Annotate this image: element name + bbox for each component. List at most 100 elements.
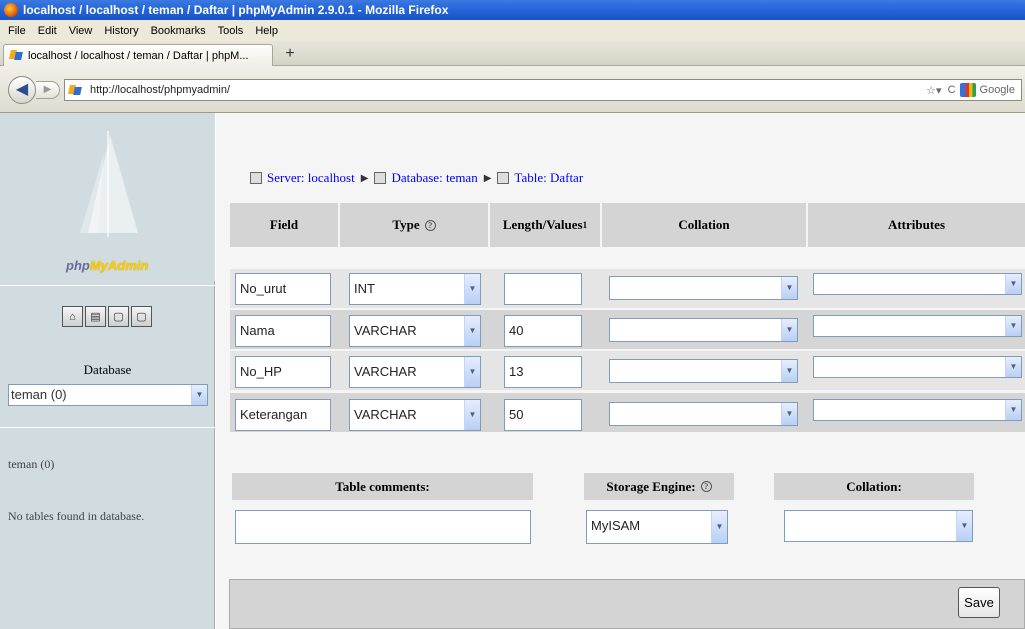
firefox-logo-icon xyxy=(4,3,18,17)
url-tools: ☆▾ C Google xyxy=(926,81,1015,99)
reload-icon[interactable]: C xyxy=(948,84,956,96)
chevron-down-icon: ▼ xyxy=(956,511,972,541)
breadcrumb-database[interactable]: Database: teman xyxy=(391,170,477,186)
length-input[interactable]: 50 xyxy=(504,399,582,431)
table-icon xyxy=(497,172,510,184)
chevron-down-icon: ▼ xyxy=(191,385,207,405)
divider xyxy=(0,427,215,428)
pma-favicon-icon xyxy=(10,50,23,61)
new-tab-button[interactable]: + xyxy=(279,44,301,64)
chevron-down-icon: ▼ xyxy=(781,319,797,341)
navigation-toolbar: ◀ ▶ http://localhost/phpmyadmin/ ☆▾ C Go… xyxy=(0,66,1025,113)
chevron-down-icon: ▼ xyxy=(1005,274,1021,294)
header-type: Type? xyxy=(340,203,488,247)
back-button[interactable]: ◀ xyxy=(8,76,36,104)
table-comments-input[interactable] xyxy=(235,510,531,544)
attributes-select[interactable]: ▼ xyxy=(813,315,1022,337)
type-select[interactable]: VARCHAR ▼ xyxy=(349,399,481,431)
menu-bookmarks[interactable]: Bookmarks xyxy=(151,25,206,37)
collation-select[interactable]: ▼ xyxy=(609,276,798,300)
home-icon[interactable]: ⌂ xyxy=(62,306,83,327)
window-title: localhost / localhost / teman / Daftar |… xyxy=(23,3,449,17)
field-name-input[interactable]: No_urut xyxy=(235,273,331,305)
table-comments-label: Table comments: xyxy=(232,473,533,500)
database-name[interactable]: teman (0) xyxy=(8,457,54,472)
chevron-down-icon: ▼ xyxy=(464,400,480,430)
menu-view[interactable]: View xyxy=(69,25,93,37)
navigation-frame: phpMyAdmin ⌂ ▤ ▢ ▢ Database teman (0) ▼ … xyxy=(0,113,215,629)
chevron-down-icon: ▼ xyxy=(781,403,797,425)
menu-tools[interactable]: Tools xyxy=(218,25,244,37)
menu-help[interactable]: Help xyxy=(255,25,278,37)
query-window-icon[interactable]: ▢ xyxy=(108,306,129,327)
type-select[interactable]: VARCHAR ▼ xyxy=(349,356,481,388)
attributes-select[interactable]: ▼ xyxy=(813,399,1022,421)
chevron-down-icon: ▼ xyxy=(781,360,797,382)
collation-select[interactable]: ▼ xyxy=(609,318,798,342)
header-length: Length/Values 1 xyxy=(490,203,600,247)
length-input[interactable]: 13 xyxy=(504,356,582,388)
field-name-input[interactable]: No_HP xyxy=(235,356,331,388)
type-select[interactable]: VARCHAR ▼ xyxy=(349,315,481,347)
sail-logo-icon xyxy=(80,131,138,237)
google-search-icon[interactable] xyxy=(959,83,976,97)
bookmark-star-icon[interactable]: ☆▾ xyxy=(926,84,941,97)
tab-title: localhost / localhost / teman / Daftar |… xyxy=(28,49,249,62)
breadcrumb-table[interactable]: Table: Daftar xyxy=(514,170,583,186)
chevron-down-icon: ▼ xyxy=(464,316,480,346)
url-text: http://localhost/phpmyadmin/ xyxy=(90,84,231,96)
field-name-input[interactable]: Nama xyxy=(235,315,331,347)
collation-select[interactable]: ▼ xyxy=(609,359,798,383)
menu-history[interactable]: History xyxy=(104,25,138,37)
database-icon xyxy=(374,172,387,184)
pma-logo[interactable]: phpMyAdmin xyxy=(0,113,215,281)
breadcrumb-arrow-icon: ▶ xyxy=(483,172,492,184)
attributes-select[interactable]: ▼ xyxy=(813,356,1022,378)
header-field: Field xyxy=(230,203,338,247)
menu-file[interactable]: File xyxy=(8,25,26,37)
sql-icon[interactable]: ▤ xyxy=(85,306,106,327)
chevron-down-icon: ▼ xyxy=(464,357,480,387)
pma-logo-text: phpMyAdmin xyxy=(66,258,149,273)
save-bar xyxy=(229,579,1025,629)
server-icon xyxy=(250,172,262,184)
chevron-down-icon: ▼ xyxy=(1005,357,1021,377)
storage-engine-label: Storage Engine:? xyxy=(584,473,734,500)
breadcrumb-arrow-icon: ▶ xyxy=(360,172,369,184)
database-select[interactable]: teman (0) ▼ xyxy=(8,384,208,406)
chevron-down-icon: ▼ xyxy=(1005,400,1021,420)
type-select[interactable]: INT ▼ xyxy=(349,273,481,305)
docs-icon[interactable]: ▢ xyxy=(131,306,152,327)
field-name-input[interactable]: Keterangan xyxy=(235,399,331,431)
quick-icons: ⌂ ▤ ▢ ▢ xyxy=(62,306,154,327)
header-collation: Collation xyxy=(602,203,806,247)
help-icon[interactable]: ? xyxy=(424,219,436,231)
table-collation-label: Collation: xyxy=(774,473,974,500)
table-collation-select[interactable]: ▼ xyxy=(784,510,973,542)
browser-tab[interactable]: localhost / localhost / teman / Daftar |… xyxy=(3,44,273,66)
length-input[interactable] xyxy=(504,273,582,305)
menu-edit[interactable]: Edit xyxy=(38,25,57,37)
window-titlebar: localhost / localhost / teman / Daftar |… xyxy=(0,0,1025,20)
divider xyxy=(0,285,215,286)
length-input[interactable]: 40 xyxy=(504,315,582,347)
chevron-down-icon: ▼ xyxy=(781,277,797,299)
url-bar[interactable]: http://localhost/phpmyadmin/ ☆▾ C Google xyxy=(64,79,1022,101)
site-favicon-icon xyxy=(69,85,82,96)
header-attributes: Attributes xyxy=(808,203,1025,247)
breadcrumb-server[interactable]: Server: localhost xyxy=(267,170,355,186)
attributes-select[interactable]: ▼ xyxy=(813,273,1022,295)
menu-bar: File Edit View History Bookmarks Tools H… xyxy=(0,20,1025,41)
no-tables-message: No tables found in database. xyxy=(8,509,145,523)
save-button[interactable]: Save xyxy=(958,587,1000,618)
collation-select[interactable]: ▼ xyxy=(609,402,798,426)
chevron-down-icon: ▼ xyxy=(711,511,727,543)
forward-button[interactable]: ▶ xyxy=(36,81,60,99)
tab-bar: localhost / localhost / teman / Daftar |… xyxy=(0,41,1025,66)
search-engine-label[interactable]: Google xyxy=(980,84,1015,96)
database-label: Database xyxy=(83,362,132,377)
help-icon[interactable]: ? xyxy=(700,481,712,492)
breadcrumb: Server: localhost ▶ Database: teman ▶ Ta… xyxy=(250,170,583,186)
chevron-down-icon: ▼ xyxy=(1005,316,1021,336)
storage-engine-select[interactable]: MyISAM ▼ xyxy=(586,510,728,544)
